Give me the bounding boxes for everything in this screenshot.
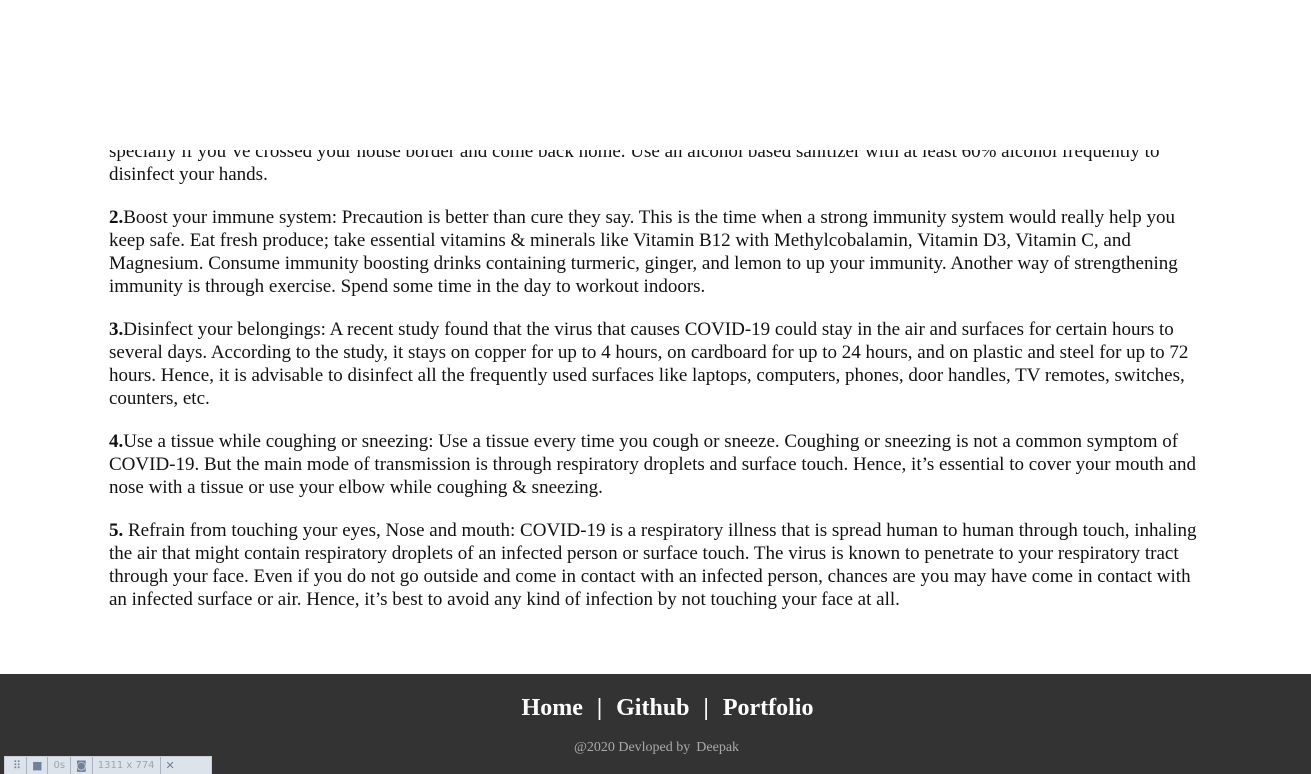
author-name: Deepak <box>696 740 740 755</box>
video-camera-icon[interactable]: ■ <box>32 757 42 774</box>
toolbar-divider <box>47 756 49 774</box>
footer-link-home[interactable]: Home <box>522 695 583 721</box>
viewport-size: 1311 x 774 <box>97 760 155 771</box>
toolbar-divider <box>70 756 72 774</box>
toolbar-divider <box>159 756 161 774</box>
toolbar-divider <box>91 756 93 774</box>
tip-number: 4. <box>109 431 124 452</box>
footer-separator: | <box>703 695 709 721</box>
close-icon[interactable]: ✕ <box>166 757 175 774</box>
tip-item: 3.Disinfect your belongings: A recent st… <box>109 318 1204 410</box>
drag-handle-icon[interactable]: ⠿ <box>13 757 21 774</box>
footer-link-github[interactable]: Github <box>616 695 689 721</box>
tip-item: 2.Boost your immune system: Precaution i… <box>109 206 1204 298</box>
copyright-text: @2020 Devloped by <box>573 740 691 755</box>
tip-text: Refrain from touching your eyes, Nose an… <box>109 520 1197 610</box>
tip-text: Boost your immune system: Precaution is … <box>109 207 1178 297</box>
recording-timer: 0s <box>53 760 66 771</box>
footer-link-portfolio[interactable]: Portfolio <box>723 695 814 721</box>
tip-text: Use a tissue while coughing or sneezing:… <box>109 431 1196 498</box>
tip-number: 3. <box>109 319 124 340</box>
tip-number: 5. <box>109 520 124 541</box>
recorder-toolbar: ⠿ ■ 0s ◙ 1311 x 774 ✕ <box>4 756 212 774</box>
camera-icon[interactable]: ◙ <box>76 757 87 774</box>
header-area <box>0 0 1311 150</box>
toolbar-divider <box>26 756 28 774</box>
tip-item: 5. Refrain from touching your eyes, Nose… <box>109 519 1204 611</box>
tip-item: 4.Use a tissue while coughing or sneezin… <box>109 430 1204 499</box>
article-content: specially if you’ve crossed your house b… <box>109 140 1204 631</box>
footer-separator: | <box>596 695 603 721</box>
copyright-line: @2020 Devloped by Deepak <box>0 740 1311 756</box>
tip-number: 2. <box>109 207 124 228</box>
tip-text: Disinfect your belongings: A recent stud… <box>109 319 1189 409</box>
footer-nav: Home | Github | Portfolio <box>0 694 1311 722</box>
